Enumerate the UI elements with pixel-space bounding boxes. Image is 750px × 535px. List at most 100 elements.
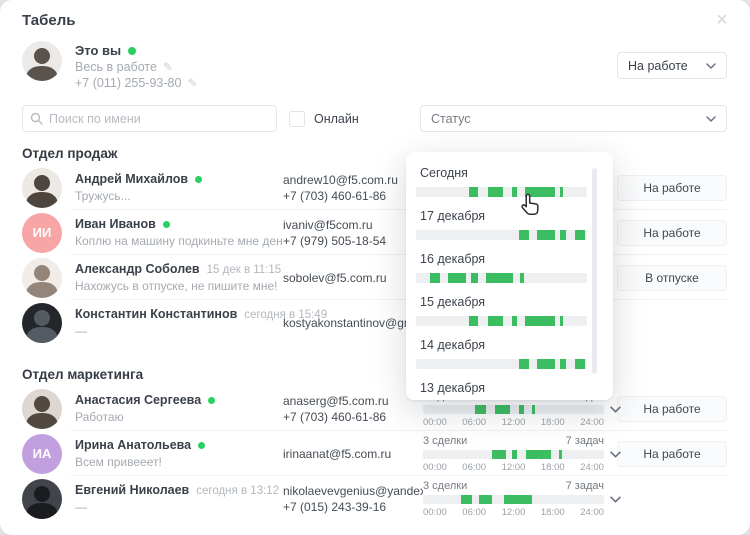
last-seen-timestamp: 15 дек в 11:15: [207, 264, 282, 276]
activity-bar: [416, 187, 587, 197]
person-row[interactable]: Константин Константинов сегодня в 15:49 …: [0, 300, 750, 345]
person-email: nikolaevevgenius@yandex...: [283, 483, 423, 499]
person-name: Анастасия Сергеева: [75, 393, 201, 407]
chevron-down-icon: [706, 63, 716, 69]
section-title: Отдел маркетинга: [22, 367, 750, 382]
status-badge-button[interactable]: На работе: [617, 175, 727, 201]
status-badge-button[interactable]: На работе: [617, 220, 727, 246]
person-email: ivaniv@f5com.ru: [283, 217, 423, 233]
person-row[interactable]: Александр Соболев 15 дек в 11:15 Нахожус…: [0, 255, 750, 300]
person-email: sobolev@f5.com.ru: [283, 270, 423, 286]
person-phone: +7 (015) 243-39-16: [283, 499, 423, 515]
online-status-dot: [195, 176, 202, 183]
avatar: ИИ: [22, 213, 62, 253]
availability-select[interactable]: На работе: [617, 52, 727, 79]
popup-day-label: 16 декабря: [420, 252, 587, 267]
status-badge-button[interactable]: На работе: [617, 441, 727, 467]
activity-bar: [416, 359, 587, 369]
avatar: [22, 258, 62, 298]
person-email: andrew10@f5.com.ru: [283, 172, 423, 188]
online-status-dot: [198, 442, 205, 449]
timesheet-popup: Сегодня 17 декабря 16 декабря 15 декабря…: [406, 152, 613, 400]
popup-day-row[interactable]: 17 декабря: [420, 209, 587, 240]
person-row[interactable]: Анастасия Сергеева Работаю anaserg@f5.co…: [0, 386, 750, 431]
filter-bar: Онлайн Статус: [22, 105, 727, 132]
search-icon: [30, 112, 43, 125]
modal-header: Табель: [0, 0, 750, 29]
person-row[interactable]: ИИ Иван Иванов Коплю на машину подкиньте…: [0, 210, 750, 255]
chevron-down-icon: [706, 116, 716, 122]
online-checkbox-label: Онлайн: [314, 112, 359, 126]
popup-day-row[interactable]: 16 декабря: [420, 252, 587, 283]
time-axis: 00:0006:0012:0018:0024:00: [423, 462, 604, 473]
person-name: Иван Иванов: [75, 217, 156, 231]
popup-scrollbar[interactable]: [592, 168, 597, 374]
timesheet-modal: Табель × Это вы Весь в работе ✎ +7 (011)…: [0, 0, 750, 535]
person-phone: +7 (979) 505-18-54: [283, 233, 423, 249]
person-status-note: Коплю на машину подкиньте мне денег по..…: [75, 234, 283, 248]
popup-day-label: 13 декабря: [420, 381, 587, 396]
activity-bar: [416, 316, 587, 326]
department-section: Отдел продаж Андрей Михайлов Тружусь... …: [0, 146, 750, 345]
online-status-dot: [128, 47, 136, 55]
avatar: [22, 479, 62, 519]
cursor-pointer-icon: [518, 192, 544, 218]
deals-count: 3 сделки: [423, 480, 467, 492]
person-status-note: Нахожусь в отпуске, не пишите мне!: [75, 279, 283, 293]
status-badge-button[interactable]: На работе: [617, 396, 727, 422]
activity-bar: [423, 405, 604, 414]
person-status-note: Работаю: [75, 410, 283, 424]
person-name: Александр Соболев: [75, 262, 200, 276]
expand-chevron-icon[interactable]: [610, 496, 621, 503]
avatar: [22, 168, 62, 208]
current-user-status: Весь в работе: [75, 60, 157, 74]
person-status-note: —: [75, 324, 283, 338]
department-section: Отдел маркетинга Анастасия Сергеева Рабо…: [0, 367, 750, 521]
day-timeline: 3 сделки 7 задач 00:0006:0012:0018:0024:…: [423, 480, 604, 518]
activity-bar: [423, 450, 604, 459]
popup-day-row[interactable]: 14 декабря: [420, 338, 587, 369]
person-status-note: Всем привееет!: [75, 455, 283, 469]
status-badge-button[interactable]: В отпуске: [617, 265, 727, 291]
activity-bar: [423, 495, 604, 504]
person-row[interactable]: Андрей Михайлов Тружусь... andrew10@f5.c…: [0, 165, 750, 210]
expand-chevron-icon[interactable]: [610, 406, 621, 413]
person-status-note: —: [75, 500, 283, 514]
person-name: Евгений Николаев: [75, 483, 189, 497]
avatar: ИА: [22, 434, 62, 474]
avatar: [22, 389, 62, 429]
person-row[interactable]: ИА Ирина Анатольева Всем привееет! irina…: [0, 431, 750, 476]
popup-day-row[interactable]: 15 декабря: [420, 295, 587, 326]
close-icon[interactable]: ×: [710, 8, 734, 32]
expand-chevron-icon[interactable]: [610, 451, 621, 458]
person-name: Андрей Михайлов: [75, 172, 188, 186]
deals-count: 3 сделки: [423, 435, 467, 447]
popup-day-label: 14 декабря: [420, 338, 587, 353]
person-email: kostyakonstantinov@gma...: [283, 315, 423, 331]
page-title: Табель: [22, 12, 728, 29]
person-status-note: Тружусь...: [75, 189, 283, 203]
current-user-phone: +7 (011) 255-93-80: [75, 76, 181, 90]
status-filter-select[interactable]: Статус: [420, 105, 727, 132]
last-seen-timestamp: сегодня в 13:12: [196, 485, 279, 497]
activity-bar: [416, 230, 587, 240]
people-list: Отдел продаж Андрей Михайлов Тружусь... …: [0, 146, 750, 521]
edit-phone-icon[interactable]: ✎: [187, 76, 197, 90]
time-axis: 00:0006:0012:0018:0024:00: [423, 507, 604, 518]
search-input[interactable]: [22, 105, 277, 132]
popup-day-label: 15 декабря: [420, 295, 587, 310]
online-checkbox[interactable]: [289, 111, 305, 127]
search-box: [22, 105, 277, 132]
avatar: [22, 41, 62, 81]
person-row[interactable]: Евгений Николаев сегодня в 13:12 — nikol…: [0, 476, 750, 521]
current-user-name: Это вы: [75, 43, 121, 58]
popup-day-row[interactable]: 13 декабря: [420, 381, 587, 396]
popup-day-row[interactable]: Сегодня: [420, 166, 587, 197]
online-status-dot: [163, 221, 170, 228]
person-email: irinaanat@f5.com.ru: [283, 446, 423, 462]
edit-status-icon[interactable]: ✎: [163, 60, 173, 74]
tasks-count: 7 задач: [566, 435, 604, 447]
person-phone: +7 (703) 460-61-86: [283, 188, 423, 204]
popup-day-label: 17 декабря: [420, 209, 587, 224]
time-axis: 00:0006:0012:0018:0024:00: [423, 417, 604, 428]
